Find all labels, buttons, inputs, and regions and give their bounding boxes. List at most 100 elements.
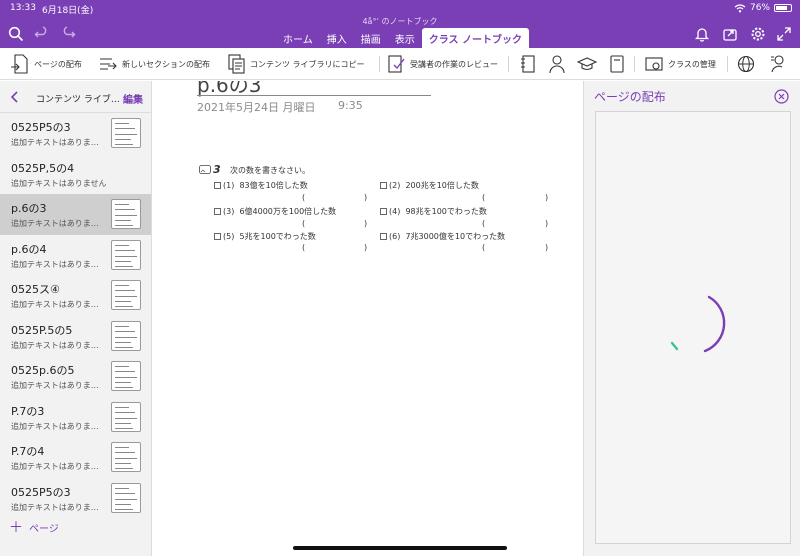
app-header: 13:33 6月18日(金) 76% 4å°‘ のノートブック ホーム 挿入 描…: [0, 0, 800, 48]
notebook-pages-button[interactable]: [518, 52, 538, 76]
gear-icon[interactable]: [750, 26, 766, 42]
section-title: コンテンツ ライブ…: [36, 95, 120, 105]
thumbnail-line: [115, 225, 133, 226]
distribute-page-button[interactable]: ページの配布: [10, 52, 82, 76]
checkbox-icon: [380, 182, 387, 189]
thumbnail-line: [115, 341, 131, 343]
page-item-title: 0525P,5の4: [11, 161, 75, 175]
page-list-item[interactable]: 0525P,5の4 追加テキストはありません: [0, 154, 151, 195]
thumbnail-line: [115, 139, 131, 140]
undo-icon[interactable]: [34, 26, 50, 42]
page-canvas[interactable]: p.6の3 2021年5月24日 月曜日 9:35 3 次の数を書きなさい。 (…: [153, 81, 582, 556]
review-work-button[interactable]: 受講者の作業のレビュー: [386, 52, 498, 76]
page-list-item[interactable]: 0525ス④ 追加テキストはありま…: [0, 275, 151, 316]
page-item-subtitle: 追加テキストはありま…: [11, 340, 99, 350]
page-list: 0525P5の3 追加テキストはありま… 0525P,5の4 追加テキストはありません…: [0, 113, 151, 518]
tab-insert[interactable]: 挿入: [320, 28, 354, 48]
globe-button[interactable]: [736, 52, 756, 76]
thumbnail-line: [115, 285, 129, 286]
thumbnail-line: [115, 290, 135, 291]
page-item-title: 0525P.5の5: [11, 323, 73, 337]
checkbox-icon: [380, 233, 387, 240]
chevron-left-icon[interactable]: [9, 90, 21, 104]
thumbnail-line: [115, 371, 135, 372]
add-page-button[interactable]: ＋ ページ: [9, 517, 59, 537]
ribbon-divider: [379, 56, 380, 72]
page-list-item[interactable]: P.7の4 追加テキストはありま…: [0, 437, 151, 478]
manage-class-icon: [645, 57, 663, 71]
thumbnail-line: [115, 128, 135, 129]
redo-icon[interactable]: [60, 26, 76, 42]
page-list-item[interactable]: p.6の4 追加テキストはありま…: [0, 235, 151, 276]
home-indicator[interactable]: [293, 546, 507, 550]
ribbon-divider: [634, 56, 635, 72]
tab-class-notebook[interactable]: クラス ノートブック: [421, 28, 529, 48]
review-work-label: 受講者の作業のレビュー: [410, 59, 498, 69]
thumbnail-line: [115, 265, 133, 267]
page-item-title: P.7の3: [11, 404, 45, 418]
tab-view[interactable]: 表示: [388, 28, 422, 48]
page-item-title: P.7の4: [11, 445, 45, 458]
page-thumbnail: [111, 118, 141, 148]
question-number: (6): [389, 232, 401, 241]
distribute-section-button[interactable]: 新しいセクションの配布: [98, 52, 210, 76]
question-text: 200兆を10倍した数: [405, 181, 479, 190]
panel-content-box: [595, 111, 791, 544]
answer-paren-close: ): [545, 193, 549, 202]
thumbnail-line: [115, 447, 129, 448]
thumbnail-line: [115, 306, 133, 307]
sidebar-header: コンテンツ ライブ… 編集: [0, 81, 151, 113]
share-icon[interactable]: [722, 26, 738, 42]
graduation-button[interactable]: [577, 52, 597, 76]
student-button[interactable]: [547, 52, 567, 76]
manage-class-label: クラスの管理: [668, 59, 716, 69]
person-search-button[interactable]: [768, 52, 788, 76]
page-list-item[interactable]: 0525P.5の5 追加テキストはありま…: [0, 316, 151, 357]
page-list-item[interactable]: p.6の3 追加テキストはありま…: [0, 194, 151, 235]
thumbnail-line: [115, 468, 133, 469]
distribute-page-icon: [11, 54, 28, 74]
problem-instruction: 次の数を書きなさい。: [230, 166, 310, 175]
review-work-icon: [388, 55, 405, 73]
page-thumbnail: [111, 239, 141, 270]
expand-icon[interactable]: [776, 26, 792, 42]
question-number: (2): [389, 181, 401, 190]
page-item-title: 0525p.6の5: [11, 364, 75, 377]
page-list-item[interactable]: 0525p.6の5 追加テキストはありま…: [0, 356, 151, 397]
thumbnail-line: [115, 220, 131, 221]
thumbnail-line: [115, 463, 131, 464]
distribute-section-label: 新しいセクションの配布: [122, 59, 210, 69]
bell-icon[interactable]: [694, 26, 710, 42]
answer-paren-close: ): [364, 193, 368, 202]
question-number: (3): [223, 207, 235, 216]
answer-paren-close: ): [364, 219, 368, 228]
page-thumbnail: [111, 401, 141, 432]
teacher-notebook-button[interactable]: [607, 52, 627, 76]
page-list-item[interactable]: 0525P5の3 追加テキストはありま…: [0, 478, 151, 519]
answer-paren-close: ): [545, 219, 549, 228]
ribbon-divider: [727, 56, 728, 72]
question-3: (3) 6億4000万を100倍した数: [214, 206, 336, 217]
thumbnail-line: [115, 498, 137, 500]
close-icon[interactable]: [774, 89, 789, 104]
page-list-sidebar: コンテンツ ライブ… 編集 0525P5の3 追加テキストはありま… 0525P,5…: [0, 81, 152, 556]
manage-class-button[interactable]: クラスの管理: [644, 52, 716, 76]
search-icon[interactable]: [8, 26, 24, 42]
thumbnail-line: [115, 144, 133, 145]
thumbnail-line: [115, 382, 131, 383]
copy-library-icon: [228, 54, 245, 74]
question-text: 5兆を100でわった数: [239, 232, 316, 241]
tab-draw[interactable]: 描画: [354, 28, 388, 48]
status-indicators: 76%: [734, 3, 792, 13]
page-list-item[interactable]: 0525P5の3 追加テキストはありま…: [0, 113, 151, 154]
edit-button[interactable]: 編集: [123, 91, 143, 106]
copy-to-library-button[interactable]: コンテンツ ライブラリにコピー: [226, 52, 365, 76]
thumbnail-line: [115, 215, 137, 216]
thumbnail-line: [115, 458, 137, 459]
tab-home[interactable]: ホーム: [276, 28, 320, 48]
thumbnail-line: [115, 123, 129, 124]
page-list-item[interactable]: P.7の3 追加テキストはありま…: [0, 397, 151, 438]
thumbnail-line: [115, 134, 137, 135]
title-underline: [197, 95, 431, 96]
globe-icon: [737, 55, 755, 73]
